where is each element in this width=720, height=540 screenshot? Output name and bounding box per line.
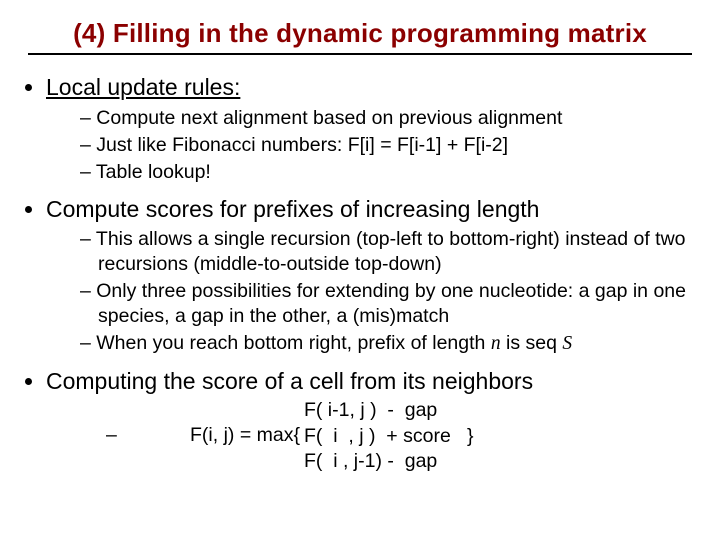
formula-block: – F(i, j) = max{ F( i-1, j ) - gap F( i … xyxy=(46,398,692,475)
bullet-1-sub-2: Just like Fibonacci numbers: F[i] = F[i-… xyxy=(80,133,692,158)
b2s3-pre: When you reach bottom right, prefix of l… xyxy=(96,332,491,354)
bullet-2: Compute scores for prefixes of increasin… xyxy=(46,195,692,358)
b2s3-S: S xyxy=(562,333,572,354)
bullet-1-sub-3: Table lookup! xyxy=(80,160,692,185)
formula-line-1: F( i-1, j ) - gap xyxy=(304,398,474,424)
b2s3-mid: is seq xyxy=(501,332,563,354)
bullet-1-sub-1: Compute next alignment based on previous… xyxy=(80,106,692,131)
formula-line-2: F( i , j ) + score } xyxy=(304,424,474,450)
bullet-2-sub-1: This allows a single recursion (top-left… xyxy=(80,227,692,277)
bullet-2-sublist: This allows a single recursion (top-left… xyxy=(46,227,692,357)
bullet-1-label: Local update rules: xyxy=(46,74,240,100)
formula-dash: – xyxy=(46,398,190,449)
bullet-1-sublist: Compute next alignment based on previous… xyxy=(46,106,692,185)
bullet-2-sub-3: When you reach bottom right, prefix of l… xyxy=(80,331,692,357)
slide: (4) Filling in the dynamic programming m… xyxy=(0,0,720,475)
formula-lhs: F(i, j) = max{ xyxy=(190,398,300,449)
formula-line-3: F( i , j-1) - gap xyxy=(304,449,474,475)
formula-lines: F( i-1, j ) - gap F( i , j ) + score } F… xyxy=(300,398,474,475)
bullet-list: Local update rules: Compute next alignme… xyxy=(28,73,692,475)
bullet-3-label: Computing the score of a cell from its n… xyxy=(46,368,533,394)
slide-title: (4) Filling in the dynamic programming m… xyxy=(28,18,692,49)
b2s3-n: n xyxy=(491,333,501,354)
bullet-3: Computing the score of a cell from its n… xyxy=(46,367,692,475)
title-rule xyxy=(28,53,692,55)
bullet-2-label: Compute scores for prefixes of increasin… xyxy=(46,196,539,222)
bullet-1: Local update rules: Compute next alignme… xyxy=(46,73,692,185)
bullet-2-sub-2: Only three possibilities for extending b… xyxy=(80,279,692,329)
